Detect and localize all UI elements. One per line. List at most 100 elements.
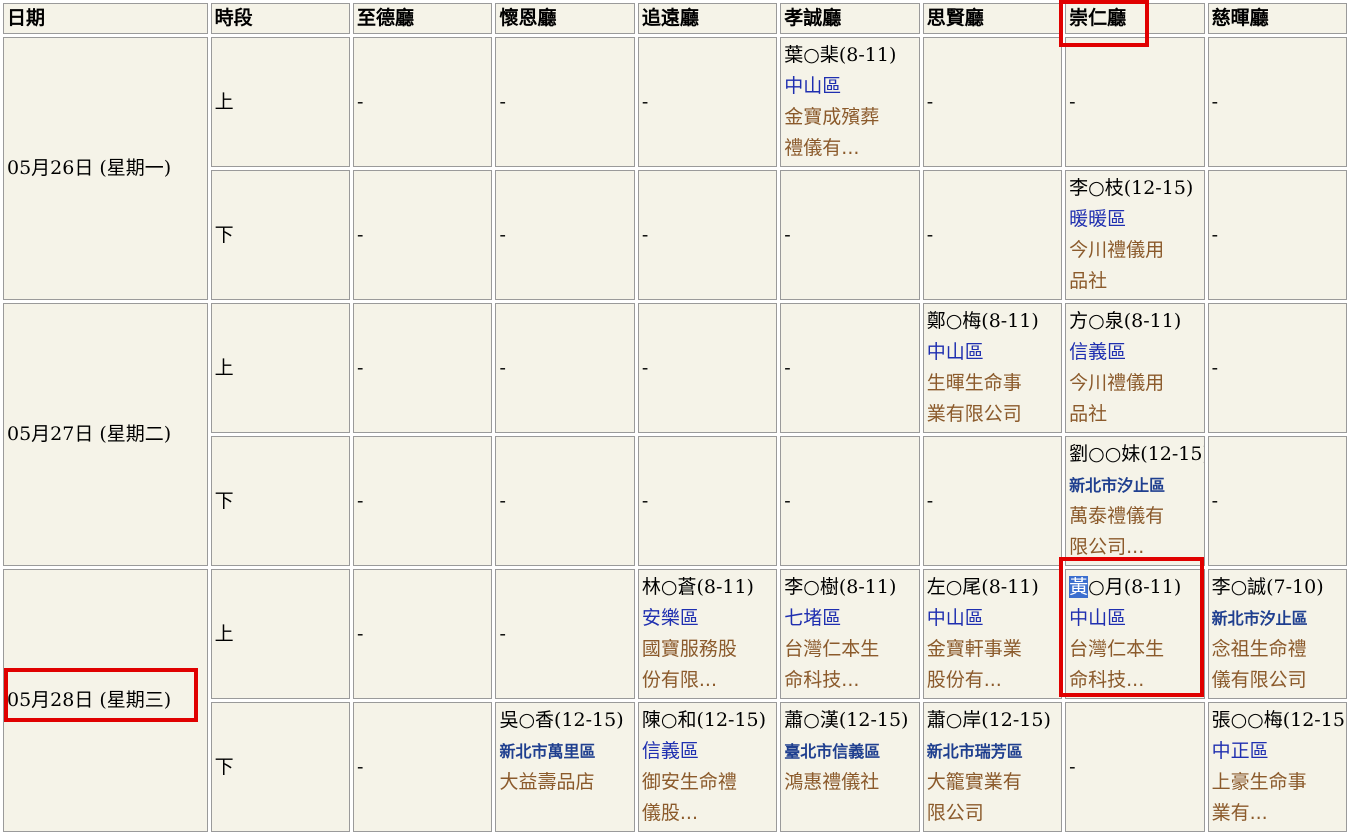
hall-cell-sixian: - <box>922 436 1063 566</box>
funeral-service-org: 儀股... <box>641 802 698 824</box>
funeral-service-org: 今川禮儀用 <box>1069 372 1165 394</box>
selected-text: 黃 <box>1069 576 1089 598</box>
district-label: 新北市汐止區 <box>1211 609 1308 628</box>
hall-cell-huaien: - <box>495 303 635 433</box>
deceased-name[interactable]: 劉○○妹(12-15) <box>1069 439 1203 470</box>
deceased-name[interactable]: 蕭○漢(12-15) <box>784 705 915 736</box>
hall-cell-zhuiyuan: - <box>637 37 778 167</box>
hall-cell-zhide: - <box>353 436 493 566</box>
hall-cell-cihui: - <box>1207 436 1347 566</box>
district-label: 中山區 <box>784 75 842 97</box>
district-label: 中山區 <box>926 607 984 629</box>
empty-dash: - <box>357 356 364 379</box>
funeral-service-org: 生暉生命事 <box>926 372 1022 394</box>
hall-cell-zhuiyuan: - <box>637 170 778 300</box>
deceased-name[interactable]: 黃○月(8-11) <box>1069 572 1200 603</box>
hall-cell-huaien: - <box>495 436 635 566</box>
empty-dash: - <box>1211 90 1218 113</box>
deceased-name[interactable]: 鄭○梅(8-11) <box>927 306 1058 337</box>
district-label: 中正區 <box>1211 740 1269 762</box>
deceased-name[interactable]: 林○蒼(8-11) <box>642 572 773 603</box>
funeral-service-org: 上豪生命事 <box>1211 771 1307 793</box>
hall-cell-cihui: - <box>1207 303 1347 433</box>
period-cell: 下 <box>210 702 351 832</box>
empty-dash: - <box>357 622 364 645</box>
table-row: 05月26日 (星期一) 上 - - - 葉○棐(8-11) 中山區 金寶成殯葬 禮儀有... -… <box>3 37 1347 300</box>
date-cell: 05月26日 (星期一) <box>3 37 208 300</box>
district-label: 新北市萬里區 <box>499 742 596 761</box>
hall-cell-cihui: 李○誠(7-10) 新北市汐止區 念祖生命禮儀有限公司 <box>1207 569 1347 699</box>
hall-cell-chongren: 劉○○妹(12-15) 新北市汐止區 萬泰禮儀有 限公司... <box>1065 436 1205 566</box>
hall-cell-cihui: 張○○梅(12-15) 中正區 上豪生命事 業有... <box>1207 702 1347 832</box>
funeral-service-org: 品社 <box>1069 270 1108 292</box>
empty-dash: - <box>357 223 364 246</box>
period-cell: 上 <box>210 37 351 167</box>
funeral-service-org: 金寶軒事業 <box>926 638 1022 660</box>
deceased-name[interactable]: 李○誠(7-10) <box>1212 572 1343 603</box>
deceased-name[interactable]: 方○泉(8-11) <box>1069 306 1200 337</box>
hall-cell-zhide: - <box>353 170 493 300</box>
hall-cell-xiaocheng: 蕭○漢(12-15) 臺北市信義區 鴻惠禮儀社 <box>780 702 920 832</box>
funeral-service-org: 命科技... <box>784 669 860 691</box>
funeral-service-org: 今川禮儀用 <box>1069 239 1165 261</box>
hall-cell-sixian: 蕭○岸(12-15) 新北市瑞芳區 大籠實業有 限公司 <box>922 702 1063 832</box>
empty-dash: - <box>357 90 364 113</box>
deceased-name[interactable]: 陳○和(12-15) <box>642 705 773 736</box>
empty-dash: - <box>926 223 934 246</box>
hall-cell-zhuiyuan: 林○蒼(8-11) 安樂區 國寶服務股 份有限... <box>637 569 778 699</box>
empty-dash: - <box>641 90 649 113</box>
hall-cell-xiaocheng: - <box>780 303 920 433</box>
deceased-name[interactable]: 李○樹(8-11) <box>784 572 915 603</box>
district-label: 安樂區 <box>641 607 699 629</box>
empty-dash: - <box>784 356 791 379</box>
date-cell: 05月27日 (星期二) <box>3 303 208 566</box>
header-hall-zhuiyuan: 追遠廳 <box>637 3 778 34</box>
table-row: 05月28日 (星期三) 上 - - 林○蒼(8-11) 安樂區 國寶服務股 份有限... 李○… <box>3 569 1347 832</box>
funeral-service-org: 大益壽品店 <box>499 771 595 793</box>
hall-cell-chongren: - <box>1065 702 1205 832</box>
empty-dash: - <box>641 356 649 379</box>
hall-cell-zhuiyuan: - <box>637 436 778 566</box>
deceased-name[interactable]: 葉○棐(8-11) <box>784 40 915 71</box>
header-hall-cihui: 慈暉廳 <box>1207 3 1347 34</box>
hall-cell-huaien: 吳○香(12-15) 新北市萬里區 大益壽品店 <box>495 702 635 832</box>
funeral-service-org: 限公司 <box>926 802 984 824</box>
deceased-name[interactable]: 吳○香(12-15) <box>499 705 630 736</box>
funeral-service-org: 儀有限公司 <box>1211 669 1307 691</box>
funeral-service-org: 御安生命禮 <box>641 771 737 793</box>
header-date: 日期 <box>3 3 208 34</box>
hall-cell-sixian: - <box>922 37 1063 167</box>
district-label: 七堵區 <box>784 607 842 629</box>
header-period: 時段 <box>210 3 351 34</box>
header-row: 日期 時段 至德廳 懷恩廳 追遠廳 孝誠廳 思賢廳 崇仁廳 慈暉廳 <box>3 3 1347 34</box>
funeral-service-org: 念祖生命禮 <box>1211 638 1307 660</box>
funeral-service-org: 份有限... <box>641 669 717 691</box>
hall-cell-sixian: 左○尾(8-11) 中山區 金寶軒事業 股份有... <box>922 569 1063 699</box>
funeral-service-org: 禮儀有... <box>784 137 860 159</box>
empty-dash: - <box>499 223 506 246</box>
district-label: 信義區 <box>1069 341 1127 363</box>
empty-dash: - <box>1211 356 1218 379</box>
empty-dash: - <box>499 489 506 512</box>
funeral-service-org: 業有限公司 <box>926 403 1022 425</box>
hall-cell-zhide: - <box>353 37 493 167</box>
deceased-name[interactable]: 蕭○岸(12-15) <box>927 705 1058 736</box>
empty-dash: - <box>1211 223 1218 246</box>
hall-cell-sixian: - <box>922 170 1063 300</box>
empty-dash: - <box>499 356 506 379</box>
district-label: 信義區 <box>641 740 699 762</box>
district-label: 中山區 <box>1069 607 1127 629</box>
deceased-name[interactable]: 左○尾(8-11) <box>927 572 1058 603</box>
deceased-name[interactable]: 李○枝(12-15) <box>1069 173 1200 204</box>
empty-dash: - <box>641 489 649 512</box>
hall-cell-xiaocheng: 李○樹(8-11) 七堵區台灣仁本生命科技... <box>780 569 920 699</box>
empty-dash: - <box>499 622 506 645</box>
header-hall-sixian: 思賢廳 <box>922 3 1063 34</box>
hall-cell-chongren: 黃○月(8-11) 中山區 台灣仁本生 命科技... <box>1065 569 1205 699</box>
district-label: 暖暖區 <box>1069 208 1127 230</box>
funeral-service-org: 台灣仁本生 <box>784 638 880 660</box>
empty-dash: - <box>926 90 934 113</box>
funeral-service-org: 品社 <box>1069 403 1108 425</box>
deceased-name[interactable]: 張○○梅(12-15) <box>1212 705 1346 736</box>
hall-cell-zhuiyuan: 陳○和(12-15) 信義區御安生命禮儀股... <box>637 702 778 832</box>
